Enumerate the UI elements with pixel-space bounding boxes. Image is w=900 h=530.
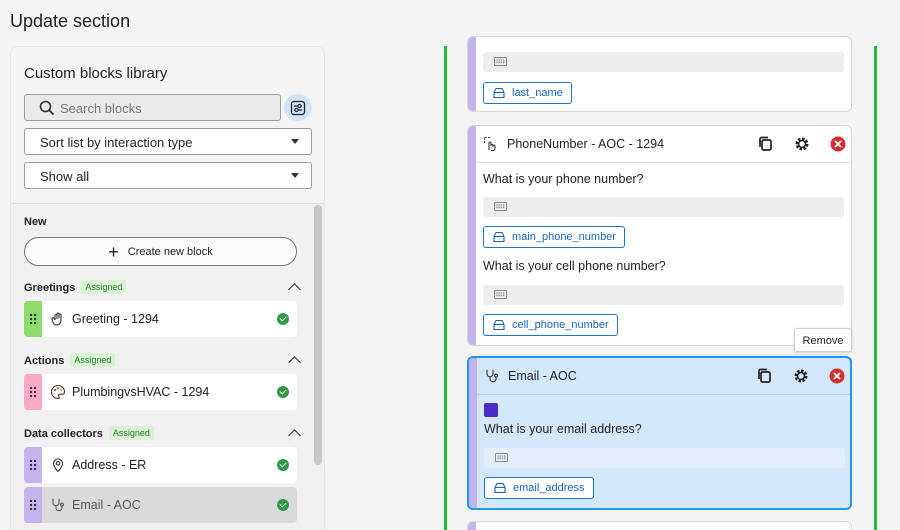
plus-icon: + xyxy=(108,241,119,262)
status-badge: Assigned xyxy=(70,353,116,367)
card-color-bar xyxy=(469,358,477,508)
keyboard-icon xyxy=(494,202,507,211)
custom-blocks-panel: Custom blocks library Sort list by inter… xyxy=(10,46,325,530)
chevron-down-icon xyxy=(291,173,299,178)
duplicate-button[interactable] xyxy=(756,367,774,385)
section-name: Greetings xyxy=(24,282,76,294)
drag-handle-icon[interactable] xyxy=(24,301,42,337)
database-icon xyxy=(493,87,505,99)
library-item-email[interactable]: Email - AOC xyxy=(24,487,297,523)
search-input[interactable] xyxy=(60,99,270,117)
card-title: Email - AOC xyxy=(508,369,577,383)
section-label-greetings: Greetings Assigned xyxy=(24,280,127,294)
drag-handle-icon[interactable] xyxy=(24,374,42,410)
keyboard-icon xyxy=(494,290,507,299)
library-item-label: PlumbingvsHVAC - 1294 xyxy=(72,385,210,399)
show-select[interactable]: Show all xyxy=(24,162,312,189)
action-icon xyxy=(50,384,66,400)
block-card-next[interactable] xyxy=(467,521,852,530)
database-icon xyxy=(494,482,506,494)
section-name: Actions xyxy=(24,355,65,367)
check-icon xyxy=(277,499,289,511)
tap-icon xyxy=(484,137,496,152)
check-icon xyxy=(277,313,289,325)
question-text: What is your phone number? xyxy=(483,172,644,186)
database-icon xyxy=(493,231,505,243)
library-item-address[interactable]: Address - ER xyxy=(24,447,297,483)
library-item-label: Email - AOC xyxy=(72,498,141,512)
library-item-label: Address - ER xyxy=(72,458,147,472)
remove-button[interactable] xyxy=(828,367,846,385)
question-text: What is your cell phone number? xyxy=(483,259,666,273)
library-item-plumbing[interactable]: PlumbingvsHVAC - 1294 xyxy=(24,374,297,410)
sort-select-value: Sort list by interaction type xyxy=(40,135,193,150)
section-name: Data collectors xyxy=(24,428,103,440)
settings-button[interactable] xyxy=(792,367,810,385)
input-preview xyxy=(483,285,844,305)
card-header: PhoneNumber - AOC - 1294 xyxy=(476,126,851,163)
status-badge: Assigned xyxy=(108,426,154,440)
card-color-bar xyxy=(468,37,476,111)
chevron-up-icon[interactable] xyxy=(288,356,301,369)
input-preview xyxy=(483,197,844,217)
block-card-phone[interactable]: PhoneNumber - AOC - 1294 What is your ph… xyxy=(467,125,852,346)
check-icon xyxy=(277,459,289,471)
hand-icon xyxy=(51,312,62,326)
status-badge: Assigned xyxy=(81,280,127,294)
library-item-greeting[interactable]: Greeting - 1294 xyxy=(24,301,297,337)
variable-chip[interactable]: cell_phone_number xyxy=(483,314,618,336)
search-box[interactable] xyxy=(24,94,281,121)
drag-handle-icon[interactable] xyxy=(24,447,42,483)
chevron-down-icon xyxy=(291,139,299,144)
input-preview xyxy=(484,448,845,468)
create-new-block-button[interactable]: + Create new block xyxy=(24,237,297,266)
card-color-bar xyxy=(468,126,476,345)
search-icon xyxy=(39,100,55,116)
settings-button[interactable] xyxy=(793,135,811,153)
chevron-up-icon[interactable] xyxy=(288,429,301,442)
variable-chip[interactable]: email_address xyxy=(484,477,594,499)
filter-icon xyxy=(290,100,306,115)
duplicate-button[interactable] xyxy=(757,135,775,153)
question-text: What is your email address? xyxy=(484,422,642,436)
variable-name: cell_phone_number xyxy=(512,319,609,331)
variable-name: last_name xyxy=(512,87,563,99)
variable-name: email_address xyxy=(513,482,585,494)
card-color-bar xyxy=(468,522,476,530)
shield-icon xyxy=(484,403,498,417)
scrollbar[interactable] xyxy=(314,205,322,465)
sort-select[interactable]: Sort list by interaction type xyxy=(24,128,312,155)
keyboard-icon xyxy=(495,453,508,462)
location-pin-icon xyxy=(52,458,64,473)
chevron-up-icon[interactable] xyxy=(288,283,301,296)
section-label-new: New xyxy=(24,216,47,228)
card-header: Email - AOC xyxy=(477,358,850,395)
remove-tooltip: Remove xyxy=(794,328,852,352)
variable-name: main_phone_number xyxy=(512,231,616,243)
library-header: Custom blocks library Sort list by inter… xyxy=(11,47,324,204)
drag-handle-icon[interactable] xyxy=(24,487,42,523)
section-label-data-collectors: Data collectors Assigned xyxy=(24,426,154,440)
card-title: PhoneNumber - AOC - 1294 xyxy=(507,137,665,151)
variable-chip[interactable]: main_phone_number xyxy=(483,226,625,248)
block-card-last-name[interactable]: last_name xyxy=(467,36,852,112)
remove-button[interactable] xyxy=(829,135,847,153)
database-icon xyxy=(493,319,505,331)
check-icon xyxy=(277,386,289,398)
block-card-email[interactable]: Email - AOC What is your email address? … xyxy=(467,356,852,510)
show-select-value: Show all xyxy=(40,169,90,184)
section-label-actions: Actions Assigned xyxy=(24,353,116,367)
stethoscope-icon xyxy=(486,369,498,383)
library-item-label: Greeting - 1294 xyxy=(72,312,159,326)
library-title: Custom blocks library xyxy=(24,65,168,82)
variable-chip[interactable]: last_name xyxy=(483,82,572,104)
page-title: Update section xyxy=(10,11,131,31)
library-list: New + Create new block Greetings Assigned… xyxy=(11,205,311,530)
input-preview xyxy=(483,52,844,72)
filter-button[interactable] xyxy=(284,94,312,121)
keyboard-icon xyxy=(494,57,507,66)
stethoscope-icon xyxy=(52,498,64,512)
create-button-label: Create new block xyxy=(127,245,213,258)
